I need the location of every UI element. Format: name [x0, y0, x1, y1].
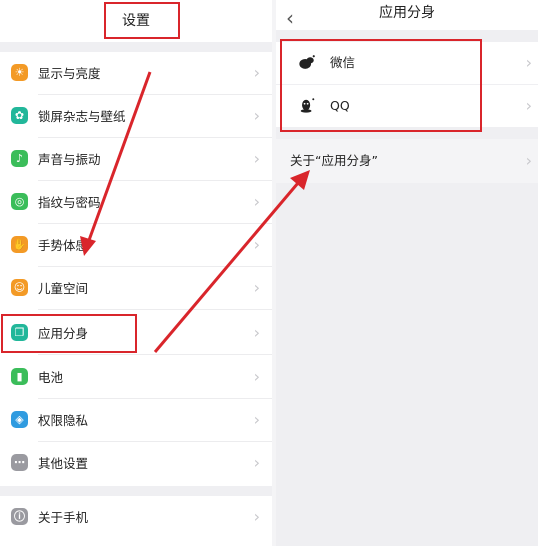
- arrow-down-head: [80, 236, 96, 256]
- annotation-arrows: [80, 71, 310, 353]
- arrow-down-line: [86, 71, 152, 244]
- arrow-up-line: [153, 182, 300, 353]
